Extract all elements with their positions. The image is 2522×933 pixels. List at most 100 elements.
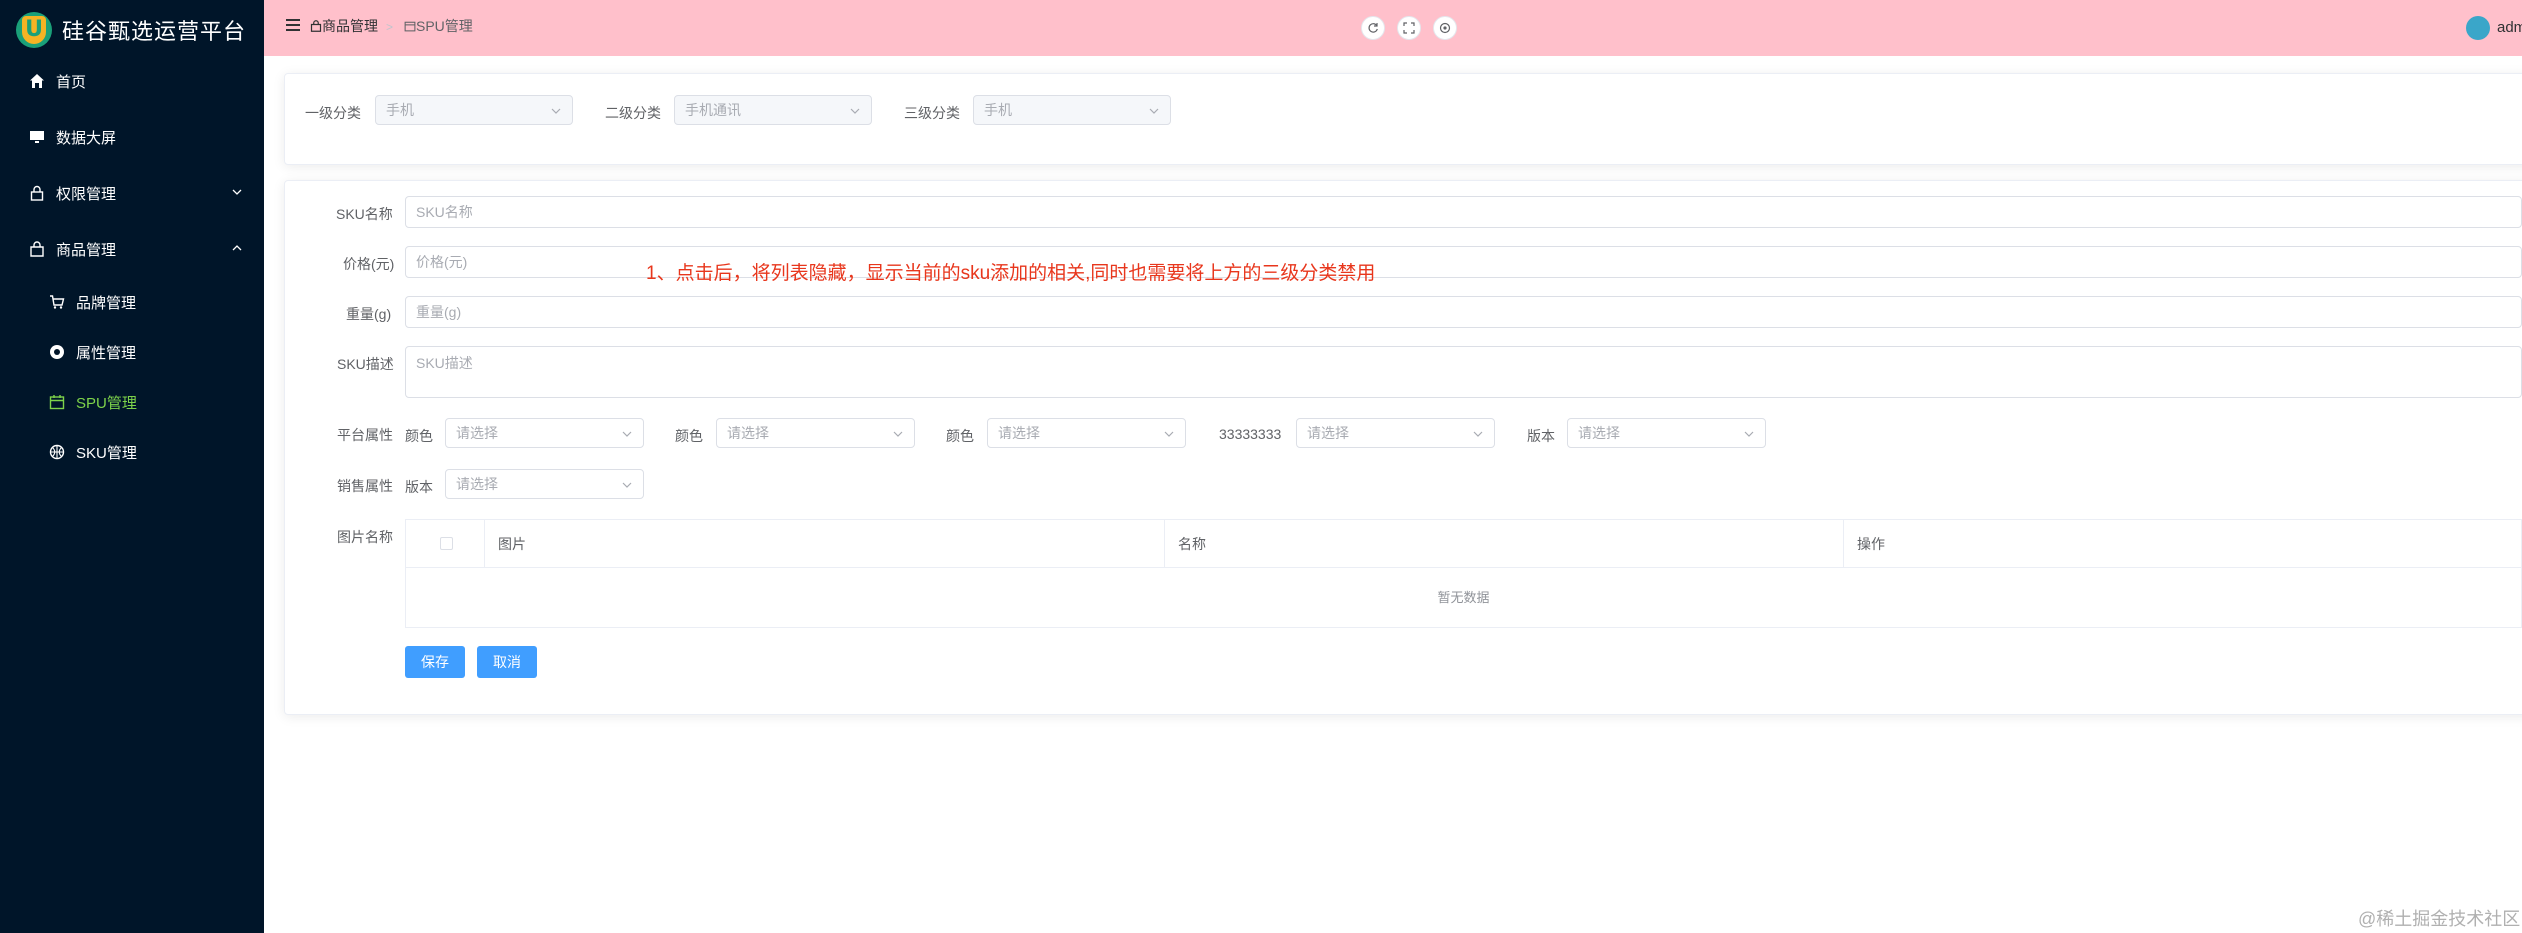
weight-label: 重量(g) — [346, 306, 392, 322]
category-card: 一级分类 手机 二级分类 手机通讯 三级分类 手机 — [284, 73, 2522, 165]
chevron-down-icon — [850, 108, 860, 114]
refresh-button[interactable] — [1361, 16, 1385, 40]
column-name: 名称 — [1178, 536, 1206, 552]
chevron-down-icon — [1473, 431, 1483, 437]
sidebar-item-label: 品牌管理 — [76, 294, 137, 312]
platform-attr-select[interactable]: 请选择 — [445, 418, 644, 448]
breadcrumb-label: SPU管理 — [416, 18, 473, 34]
sidebar-item-product[interactable]: 商品管理 — [0, 227, 264, 271]
home-icon — [28, 72, 46, 90]
sku-desc-textarea[interactable]: SKU描述 — [405, 346, 2522, 398]
platform-attr-name: 颜色 — [405, 428, 433, 444]
sku-name-label: SKU名称 — [336, 206, 393, 222]
weight-input[interactable]: 重量(g) — [405, 296, 2522, 328]
select-value: 手机 — [984, 102, 1012, 118]
sku-desc-label: SKU描述 — [337, 356, 394, 372]
lock-icon — [28, 184, 46, 202]
table-header — [406, 520, 2521, 568]
category2-label: 二级分类 — [605, 105, 661, 121]
image-table: 图片 名称 操作 暂无数据 — [405, 519, 2522, 628]
category3-select[interactable]: 手机 — [973, 95, 1171, 125]
fullscreen-button[interactable] — [1397, 16, 1421, 40]
select-placeholder: 请选择 — [1307, 425, 1349, 441]
select-placeholder: 请选择 — [456, 425, 498, 441]
column-action: 操作 — [1857, 536, 1885, 552]
select-value: 手机 — [386, 102, 414, 118]
logo: U 硅谷甄选运营平台 — [16, 10, 246, 50]
select-placeholder: 请选择 — [727, 425, 769, 441]
sidebar-item-spu[interactable]: SPU管理 — [0, 380, 264, 424]
sale-attr-label: 销售属性 — [337, 478, 393, 494]
breadcrumb-item-spu: SPU管理 — [404, 16, 473, 36]
sale-attr-select[interactable]: 请选择 — [445, 469, 644, 499]
sidebar-item-sku[interactable]: SKU管理 — [0, 430, 264, 474]
category2-select[interactable]: 手机通讯 — [674, 95, 872, 125]
fullscreen-icon — [1403, 22, 1415, 34]
table-empty-text: 暂无数据 — [1437, 590, 1490, 605]
platform-attr-name: 颜色 — [946, 428, 974, 444]
category1-label: 一级分类 — [305, 105, 361, 121]
platform-attr-select[interactable]: 请选择 — [716, 418, 915, 448]
column-image: 图片 — [498, 536, 526, 552]
select-placeholder: 请选择 — [998, 425, 1040, 441]
select-placeholder: 请选择 — [1578, 425, 1620, 441]
sidebar-item-label: 属性管理 — [76, 344, 137, 362]
price-label: 价格(元) — [343, 256, 395, 272]
chevron-down-icon — [551, 108, 561, 114]
platform-attr-select[interactable]: 请选择 — [987, 418, 1186, 448]
chrome-icon — [48, 343, 66, 361]
sidebar-item-dashboard[interactable]: 数据大屏 — [0, 115, 264, 159]
platform-attr-name: 33333333 — [1219, 426, 1282, 442]
sidebar-item-brand[interactable]: 品牌管理 — [0, 280, 264, 324]
annotation-note: 1、点击后，将列表隐藏，显示当前的sku添加的相关,同时也需要将上方的三级分类禁… — [646, 263, 1376, 284]
platform-attr-select[interactable]: 请选择 — [1567, 418, 1766, 448]
chevron-down-icon — [622, 482, 632, 488]
cart-icon — [48, 293, 66, 311]
menu-fold-icon[interactable] — [286, 19, 300, 31]
top-bar: 商品管理 > SPU管理 adm — [264, 0, 2522, 56]
chevron-down-icon — [622, 431, 632, 437]
platform-attr-name: 版本 — [1527, 428, 1555, 444]
sidebar-item-home[interactable]: 首页 — [0, 59, 264, 103]
breadcrumb-item-product[interactable]: 商品管理 — [310, 16, 378, 36]
breadcrumb-label: 商品管理 — [322, 18, 378, 34]
platform-attr-label: 平台属性 — [337, 427, 393, 443]
select-all-checkbox[interactable] — [440, 537, 453, 550]
chevron-down-icon — [1164, 431, 1174, 437]
breadcrumb-separator: > — [386, 20, 394, 34]
chevron-down-icon — [1744, 431, 1754, 437]
platform-attr-select[interactable]: 请选择 — [1296, 418, 1495, 448]
select-value: 手机通讯 — [685, 102, 741, 118]
sidebar-item-attribute[interactable]: 属性管理 — [0, 330, 264, 374]
save-button[interactable]: 保存 — [405, 646, 465, 678]
app-title: 硅谷甄选运营平台 — [62, 19, 247, 44]
sidebar-item-label: 数据大屏 — [56, 129, 117, 147]
monitor-icon — [28, 128, 46, 146]
cancel-button[interactable]: 取消 — [477, 646, 537, 678]
sidebar-item-label: SKU管理 — [76, 444, 137, 462]
basketball-icon — [48, 443, 66, 461]
shop-icon — [28, 240, 46, 258]
calendar-icon — [404, 21, 416, 32]
sale-attr-name: 版本 — [405, 479, 433, 495]
sku-name-input[interactable]: SKU名称 — [405, 196, 2522, 228]
refresh-icon — [1368, 23, 1378, 33]
chevron-down-icon — [893, 431, 903, 437]
image-label: 图片名称 — [337, 529, 393, 545]
sidebar-item-label: 首页 — [56, 73, 87, 91]
category1-select[interactable]: 手机 — [375, 95, 573, 125]
sidebar-item-permission[interactable]: 权限管理 — [0, 171, 264, 215]
sidebar-item-label: SPU管理 — [76, 394, 137, 412]
select-placeholder: 请选择 — [456, 476, 498, 492]
column-divider — [1843, 520, 1844, 568]
avatar[interactable] — [2466, 16, 2490, 40]
sidebar: U 硅谷甄选运营平台 首页 数据大屏 权限管理 商品管理 品牌管理 属性管理 S… — [0, 0, 264, 933]
chevron-up-icon — [232, 245, 242, 251]
category3-label: 三级分类 — [904, 105, 960, 121]
sidebar-item-label: 商品管理 — [56, 241, 117, 259]
calendar-icon — [48, 393, 66, 411]
username[interactable]: adm — [2497, 19, 2522, 36]
sidebar-item-label: 权限管理 — [56, 185, 117, 203]
settings-button[interactable] — [1433, 16, 1457, 40]
chevron-down-icon — [232, 189, 242, 195]
